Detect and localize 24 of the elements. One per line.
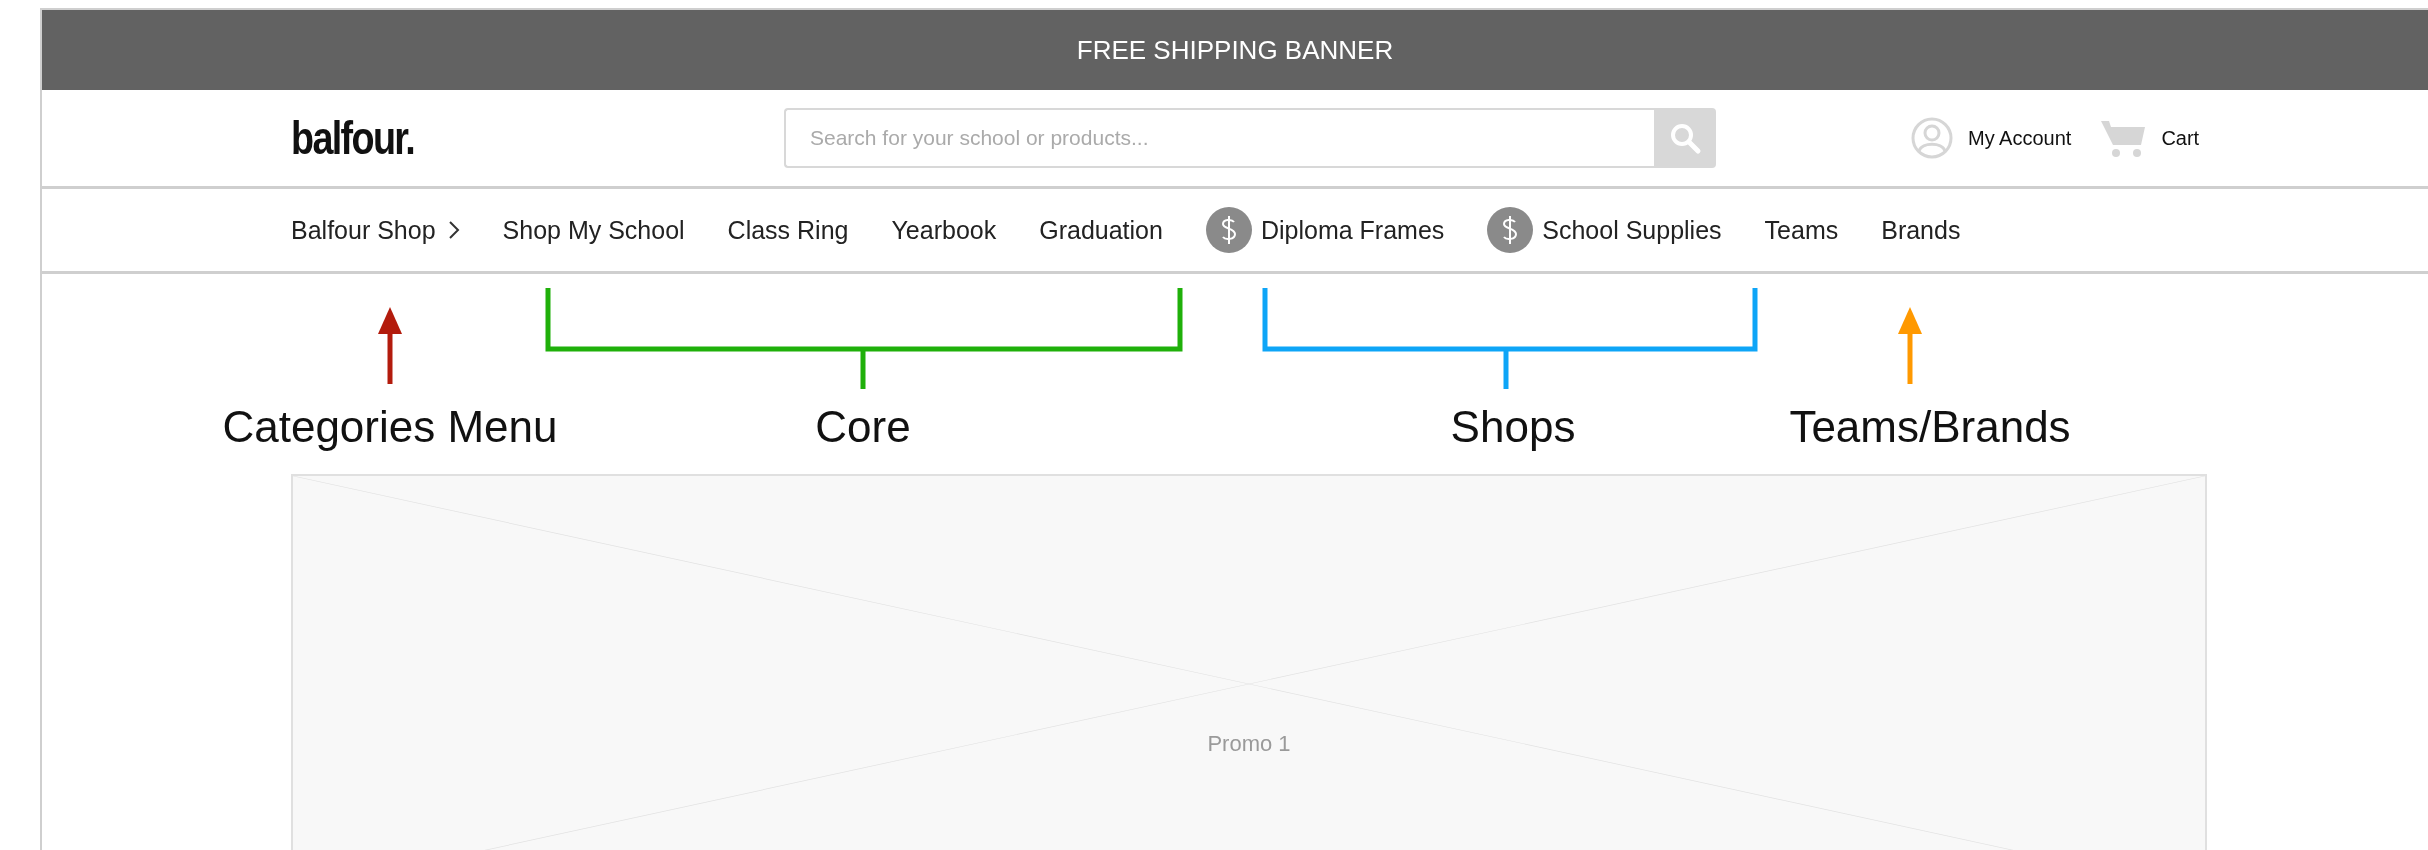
annotation-label: Core [815, 402, 911, 452]
nav-item[interactable]: Shop My School [502, 215, 685, 245]
account-link[interactable]: My Account [1968, 126, 2072, 150]
dollar-icon [1487, 207, 1534, 253]
nav-item[interactable]: Diploma Frames [1205, 207, 1445, 253]
cart-link[interactable]: Cart [2161, 126, 2200, 150]
nav-item[interactable]: Class Ring [727, 215, 849, 245]
nav-item[interactable]: Teams [1764, 215, 1839, 245]
annotation-label: Shops [1450, 402, 1576, 452]
nav-menu-item[interactable]: Balfour Shop [291, 215, 460, 245]
search-icon [1668, 121, 1702, 155]
dollar-icon [1205, 207, 1252, 253]
nav-item[interactable]: Graduation [1039, 215, 1163, 245]
nav-item[interactable]: Brands [1881, 215, 1961, 245]
nav-item[interactable]: Yearbook [891, 215, 997, 245]
logo[interactable]: balfour. [291, 111, 696, 165]
search-field[interactable]: Search for your school or products... [784, 108, 1654, 168]
user-icon[interactable] [1910, 116, 1954, 160]
search-button[interactable] [1654, 108, 1716, 168]
annotation-label: Categories Menu [222, 402, 558, 452]
annotation-label: Teams/Brands [1789, 402, 2071, 452]
chevron-icon [447, 220, 460, 240]
nav-item[interactable]: School Supplies [1487, 207, 1722, 253]
banner-text: FREE SHIPPING BANNER [1076, 34, 1394, 66]
